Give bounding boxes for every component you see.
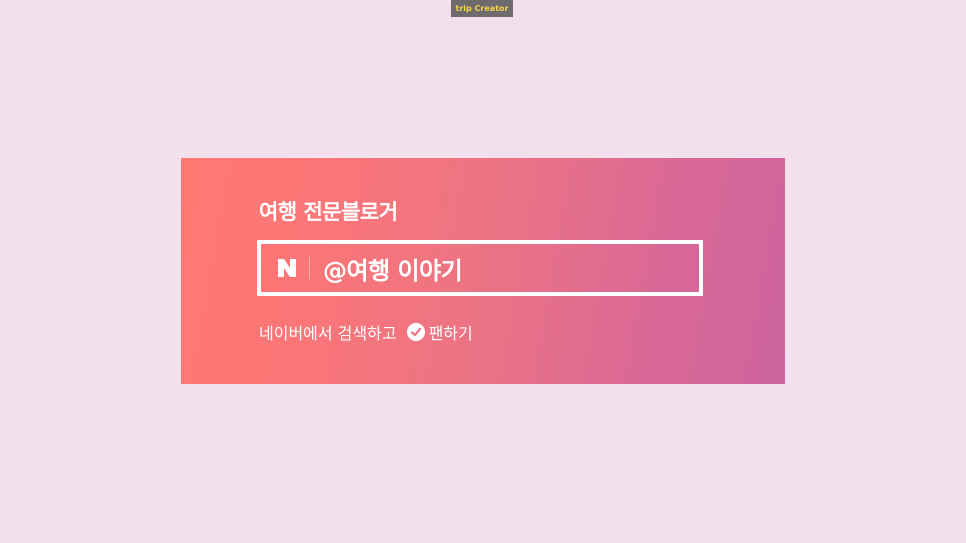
fan-label[interactable]: 팬하기 [429, 320, 473, 344]
search-divider [309, 257, 310, 279]
card-title: 여행 전문블로거 [259, 200, 398, 224]
check-circle-icon [406, 323, 425, 341]
blog-promo-card[interactable]: 여행 전문블로거 @여행 이야기 네이버에서 검색하고 팬하기 [181, 158, 785, 384]
naver-n-icon-svg [278, 259, 296, 277]
creator-badge[interactable]: trip Creator [451, 0, 513, 17]
page: trip Creator 여행 전문블로거 @여행 이야기 네이버에서 검색하고… [0, 0, 966, 543]
naver-search-box[interactable]: @여행 이야기 [257, 240, 703, 296]
follow-prompt: 네이버에서 검색하고 팬하기 [259, 320, 473, 344]
check-circle-icon-svg [406, 323, 425, 341]
search-prompt-text: 네이버에서 검색하고 [259, 324, 397, 343]
search-query: @여행 이야기 [323, 256, 463, 285]
naver-n-icon [275, 256, 299, 280]
